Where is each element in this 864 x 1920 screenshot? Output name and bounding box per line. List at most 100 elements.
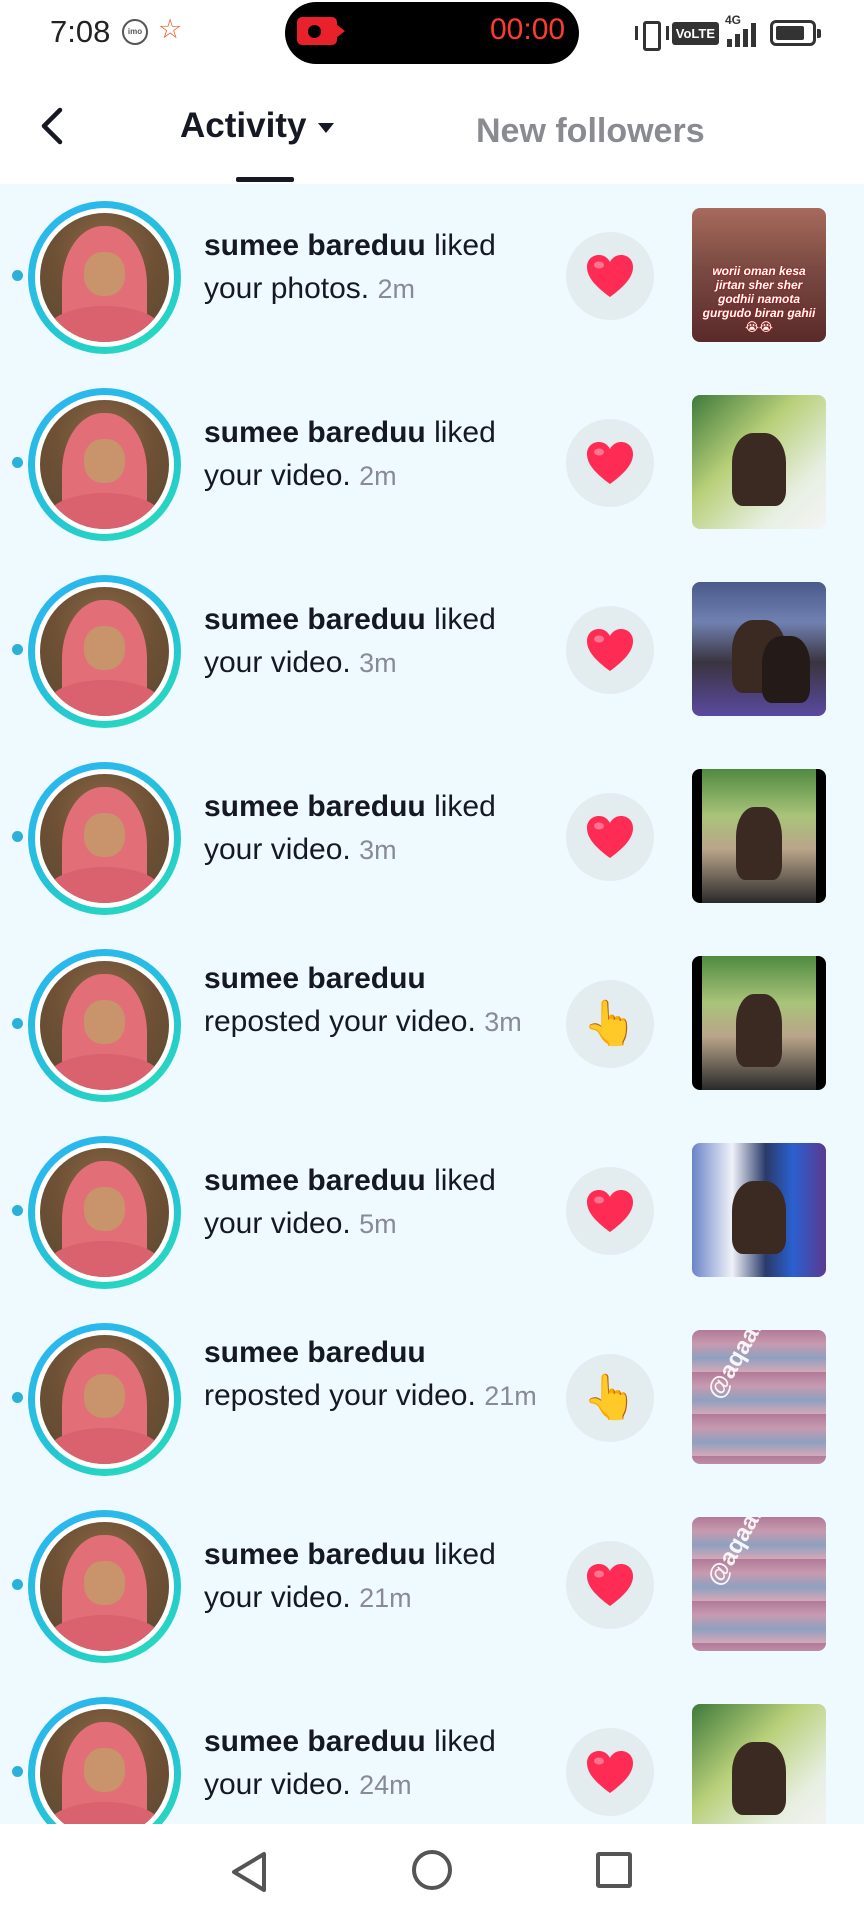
username[interactable]: sumee bareduu [204, 1164, 426, 1197]
video-thumbnail[interactable]: worii oman kesa jirtan sher sher godhii … [692, 208, 826, 342]
avatar[interactable] [28, 388, 181, 541]
unread-dot [12, 644, 23, 655]
status-icons: VoLTE 4G [634, 13, 821, 52]
status-time: 7:08 [50, 14, 111, 49]
heart-icon [587, 255, 633, 297]
unread-dot [12, 457, 23, 468]
like-reaction-button[interactable] [566, 1167, 654, 1255]
unread-dot [12, 1018, 23, 1029]
username[interactable]: sumee bareduu [204, 1336, 426, 1369]
video-thumbnail[interactable] [692, 956, 826, 1090]
like-reaction-button[interactable] [566, 419, 654, 507]
nav-home-icon[interactable] [412, 1850, 452, 1890]
notification-text: sumee bareduu reposted your video. 3m [204, 957, 544, 1044]
nav-back-icon[interactable] [228, 1850, 272, 1894]
username[interactable]: sumee bareduu [204, 1725, 426, 1758]
notification-time: 5m [359, 1209, 397, 1239]
avatar[interactable] [28, 762, 181, 915]
avatar-border [35, 956, 174, 1095]
notification-row[interactable]: sumee bareduu liked your video. 3m [0, 745, 864, 932]
notification-row[interactable]: sumee bareduu liked your video. 24m [0, 1680, 864, 1824]
avatar-face [83, 251, 126, 296]
notification-text: sumee bareduu liked your video. 5m [204, 1159, 544, 1246]
tab-new-followers[interactable]: New followers [476, 112, 705, 151]
unread-dot [12, 831, 23, 842]
imo-icon: imo [122, 19, 148, 45]
video-thumbnail[interactable] [692, 769, 826, 903]
notification-time: 21m [484, 1381, 537, 1411]
avatar-face [83, 1186, 126, 1231]
status-bar: 7:08 imo ☆ 00:00 VoLTE 4G [0, 0, 864, 66]
avatar[interactable] [28, 1323, 181, 1476]
avatar-photo [40, 400, 169, 529]
notification-row[interactable]: sumee bareduu reposted your video. 21m 👆 @… [0, 1306, 864, 1493]
notification-action: reposted your video. [204, 1005, 476, 1038]
avatar-border [35, 1517, 174, 1656]
like-reaction-button[interactable] [566, 1728, 654, 1816]
heart-icon [587, 442, 633, 484]
video-thumbnail[interactable] [692, 1143, 826, 1277]
notification-text: sumee bareduu liked your video. 3m [204, 598, 544, 685]
like-reaction-button[interactable] [566, 793, 654, 881]
avatar[interactable] [28, 575, 181, 728]
avatar-photo [40, 213, 169, 342]
vibrate-icon [634, 18, 669, 51]
avatar[interactable] [28, 1697, 181, 1824]
avatar-border [35, 395, 174, 534]
video-thumbnail[interactable] [692, 395, 826, 529]
avatar-border [35, 1704, 174, 1824]
avatar-face [83, 812, 126, 857]
thumbnail-person [761, 635, 810, 703]
unread-dot [12, 1205, 23, 1216]
system-nav-bar [0, 1824, 864, 1920]
username[interactable]: sumee bareduu [204, 416, 426, 449]
username[interactable]: sumee bareduu [204, 962, 426, 995]
pointing-hand-icon: 👆 [582, 999, 638, 1048]
avatar-border [35, 1143, 174, 1282]
avatar-photo [40, 1148, 169, 1277]
repost-reaction-button[interactable]: 👆 [566, 1354, 654, 1442]
thumbnail-person [736, 993, 782, 1068]
heart-icon [587, 1751, 633, 1793]
avatar[interactable] [28, 1510, 181, 1663]
avatar-face [83, 999, 126, 1044]
chevron-left-icon [41, 107, 63, 145]
notification-row[interactable]: sumee bareduu liked your video. 21m @aqaa… [0, 1493, 864, 1680]
username[interactable]: sumee bareduu [204, 603, 426, 636]
username[interactable]: sumee bareduu [204, 790, 426, 823]
video-thumbnail[interactable] [692, 1704, 826, 1824]
unread-dot [12, 1579, 23, 1590]
notification-row[interactable]: sumee bareduu reposted your video. 3m 👆 [0, 932, 864, 1119]
avatar[interactable] [28, 949, 181, 1102]
activity-list[interactable]: sumee bareduu liked your photos. 2m worii… [0, 184, 864, 1824]
repost-reaction-button[interactable]: 👆 [566, 980, 654, 1068]
unread-dot [12, 1766, 23, 1777]
back-button[interactable] [30, 96, 80, 156]
notification-row[interactable]: sumee bareduu liked your photos. 2m worii… [0, 184, 864, 371]
network-type: 4G [725, 13, 742, 27]
nav-recents-icon[interactable] [596, 1852, 632, 1888]
avatar[interactable] [28, 201, 181, 354]
video-thumbnail[interactable] [692, 582, 826, 716]
notification-time: 24m [359, 1770, 412, 1800]
thumbnail-person [732, 1741, 786, 1816]
username[interactable]: sumee bareduu [204, 1538, 426, 1571]
video-thumbnail[interactable]: @aqaaliwwan [692, 1330, 826, 1464]
like-reaction-button[interactable] [566, 1541, 654, 1629]
tab-activity[interactable]: Activity [180, 106, 335, 146]
like-reaction-button[interactable] [566, 232, 654, 320]
thumbnail-person [736, 806, 782, 881]
username[interactable]: sumee bareduu [204, 229, 426, 262]
volte-icon: VoLTE [671, 21, 719, 45]
notification-row[interactable]: sumee bareduu liked your video. 3m [0, 558, 864, 745]
star-icon: ☆ [158, 14, 183, 44]
notification-time: 3m [484, 1007, 522, 1037]
notification-row[interactable]: sumee bareduu liked your video. 2m [0, 371, 864, 558]
notification-row[interactable]: sumee bareduu liked your video. 5m [0, 1119, 864, 1306]
video-thumbnail[interactable]: @aqaaliwwan [692, 1517, 826, 1651]
avatar[interactable] [28, 1136, 181, 1289]
like-reaction-button[interactable] [566, 606, 654, 694]
avatar-photo [40, 1335, 169, 1464]
heart-icon [587, 1564, 633, 1606]
screen-record-icon [297, 17, 345, 45]
